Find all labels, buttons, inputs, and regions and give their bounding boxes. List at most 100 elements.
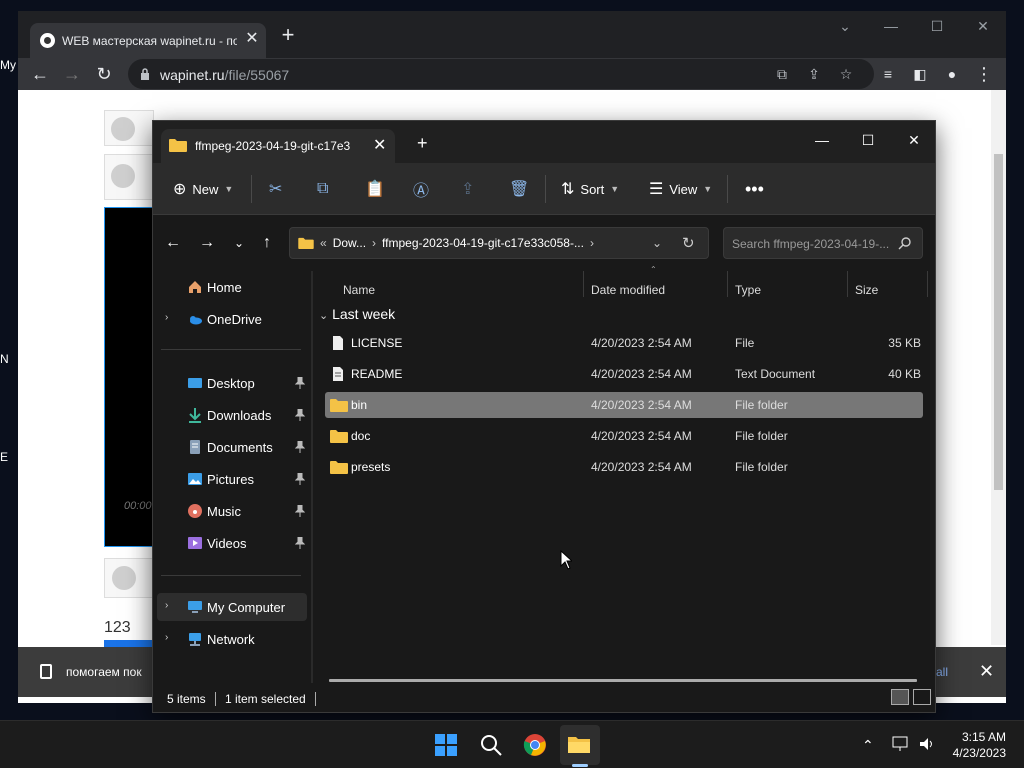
share-button[interactable]: ⇪: [461, 175, 474, 203]
sidebar-item-pictures[interactable]: Pictures: [157, 465, 307, 493]
expand-chevron-icon[interactable]: ›: [165, 312, 168, 323]
chevron-right-icon[interactable]: ›: [590, 236, 594, 250]
address-dropdown-icon[interactable]: ⌄: [652, 236, 662, 250]
close-button[interactable]: ✕: [891, 127, 937, 153]
notification-action-link[interactable]: all: [936, 665, 948, 679]
new-tab-button[interactable]: +: [417, 133, 428, 154]
view-button[interactable]: ☰ View ▼: [649, 175, 712, 203]
file-row-readme[interactable]: README 4/20/2023 2:54 AM Text Document 4…: [325, 361, 923, 387]
new-button[interactable]: ⊕ New ▼: [173, 175, 233, 203]
search-box[interactable]: [723, 227, 923, 259]
chevron-right-icon[interactable]: ›: [372, 236, 376, 250]
minimize-button[interactable]: —: [876, 15, 906, 37]
forward-button[interactable]: →: [60, 62, 84, 86]
more-options-button[interactable]: •••: [745, 175, 764, 203]
pin-icon[interactable]: [295, 473, 305, 485]
up-button[interactable]: ↑: [255, 231, 279, 255]
group-header[interactable]: ⌄ Last week: [319, 306, 395, 322]
column-header-size[interactable]: Size: [855, 283, 878, 297]
pin-icon[interactable]: [295, 377, 305, 389]
sidebar-item-home[interactable]: Home: [157, 273, 307, 301]
page-back-icon[interactable]: [111, 117, 135, 141]
sidebar-item-videos[interactable]: Videos: [157, 529, 307, 557]
sidebar-item-network[interactable]: › Network: [157, 625, 307, 653]
sidebar-item-label: My Computer: [207, 600, 286, 615]
sidebar-item-desktop[interactable]: Desktop: [157, 369, 307, 397]
close-tab-icon[interactable]: ✕: [244, 31, 260, 47]
back-button[interactable]: ←: [161, 231, 185, 255]
recent-locations-button[interactable]: ⌄: [227, 231, 251, 255]
breadcrumb-downloads[interactable]: Dow...: [333, 236, 366, 250]
new-tab-button[interactable]: +: [278, 24, 298, 46]
column-header-type[interactable]: Type: [735, 283, 761, 297]
file-row-bin[interactable]: bin 4/20/2023 2:54 AM File folder: [325, 392, 923, 418]
rename-button[interactable]: Ⓐ: [413, 175, 429, 203]
sidebar-item-downloads[interactable]: Downloads: [157, 401, 307, 429]
file-row-doc[interactable]: doc 4/20/2023 2:54 AM File folder: [325, 423, 923, 449]
maximize-button[interactable]: ☐: [922, 15, 952, 37]
sort-button[interactable]: ⇅ Sort ▼: [561, 175, 619, 203]
pin-icon[interactable]: [295, 441, 305, 453]
bookmark-star-icon[interactable]: ☆: [836, 64, 856, 84]
column-separator[interactable]: [583, 271, 584, 297]
sidebar-item-my-computer[interactable]: › My Computer: [157, 593, 307, 621]
menu-icon[interactable]: ⋮: [972, 62, 996, 86]
column-separator[interactable]: [927, 271, 928, 297]
file-row-presets[interactable]: presets 4/20/2023 2:54 AM File folder: [325, 454, 923, 480]
sidebar-item-music[interactable]: Music: [157, 497, 307, 525]
details-view-button[interactable]: [891, 689, 909, 705]
reload-button[interactable]: ↻: [92, 62, 116, 86]
close-button[interactable]: ✕: [968, 15, 998, 37]
translate-icon[interactable]: ⧉: [772, 64, 792, 84]
maximize-button[interactable]: ☐: [845, 127, 891, 153]
back-button[interactable]: ←: [28, 62, 52, 86]
reading-list-icon[interactable]: ≡: [876, 62, 900, 86]
search-input[interactable]: [732, 235, 892, 253]
breadcrumb-current-folder[interactable]: ffmpeg-2023-04-19-git-c17e33c058-...: [382, 236, 584, 250]
forward-button[interactable]: →: [195, 231, 219, 255]
sidebar-item-documents[interactable]: Documents: [157, 433, 307, 461]
expand-chevron-icon[interactable]: ›: [165, 632, 168, 643]
pin-icon[interactable]: [295, 409, 305, 421]
sidebar-item-onedrive[interactable]: › OneDrive: [157, 305, 307, 333]
pin-icon[interactable]: [295, 537, 305, 549]
delete-button[interactable]: 🗑: [509, 175, 529, 203]
profile-icon[interactable]: ●: [940, 62, 964, 86]
close-tab-icon[interactable]: ✕: [373, 135, 386, 155]
explorer-tab[interactable]: ffmpeg-2023-04-19-git-c17e3 ✕: [161, 129, 395, 163]
column-header-name[interactable]: Name: [343, 283, 375, 297]
file-row-license[interactable]: LICENSE 4/20/2023 2:54 AM File 35 KB: [325, 330, 923, 356]
tab-search-icon[interactable]: ⌄: [830, 15, 860, 37]
cut-button[interactable]: ✂: [269, 175, 282, 203]
tiles-view-button[interactable]: [913, 689, 931, 705]
download-icon[interactable]: [111, 164, 135, 188]
refresh-icon[interactable]: ↻: [682, 234, 695, 252]
column-separator[interactable]: [847, 271, 848, 297]
volume-icon[interactable]: [918, 735, 936, 753]
copy-button[interactable]: ⧉: [317, 175, 328, 203]
system-clock[interactable]: 3:15 AM 4/23/2023: [942, 729, 1006, 761]
address-bar[interactable]: wapinet.ru/file/55067 ⧉ ⇪ ☆: [128, 59, 874, 89]
windows-start-icon[interactable]: [434, 733, 458, 757]
side-panel-icon[interactable]: ◧: [908, 62, 932, 86]
notification-close-icon[interactable]: ✕: [979, 661, 994, 682]
page-scroll-thumb[interactable]: [994, 154, 1003, 490]
minimize-button[interactable]: —: [799, 127, 845, 153]
search-icon[interactable]: [479, 733, 503, 757]
paste-button[interactable]: 📋: [365, 175, 385, 203]
show-hidden-icons-chevron-icon[interactable]: ⌃: [862, 737, 874, 754]
share-icon[interactable]: ⇪: [804, 64, 824, 84]
ellipsis-icon: •••: [745, 178, 764, 199]
clock-date: 4/23/2023: [952, 746, 1006, 760]
network-icon[interactable]: [892, 735, 910, 753]
page-scrollbar[interactable]: [991, 90, 1006, 645]
breadcrumb-overflow[interactable]: «: [320, 236, 327, 250]
browser-tab[interactable]: WEB мастерская wapinet.ru - по ✕: [30, 23, 266, 58]
column-header-date[interactable]: Date modified: [591, 283, 665, 297]
horizontal-scrollbar[interactable]: [329, 679, 917, 682]
pin-icon[interactable]: [295, 505, 305, 517]
address-bar[interactable]: « Dow... › ffmpeg-2023-04-19-git-c17e33c…: [289, 227, 709, 259]
expand-chevron-icon[interactable]: ›: [165, 600, 168, 611]
column-separator[interactable]: [727, 271, 728, 297]
chrome-icon[interactable]: [523, 733, 547, 757]
